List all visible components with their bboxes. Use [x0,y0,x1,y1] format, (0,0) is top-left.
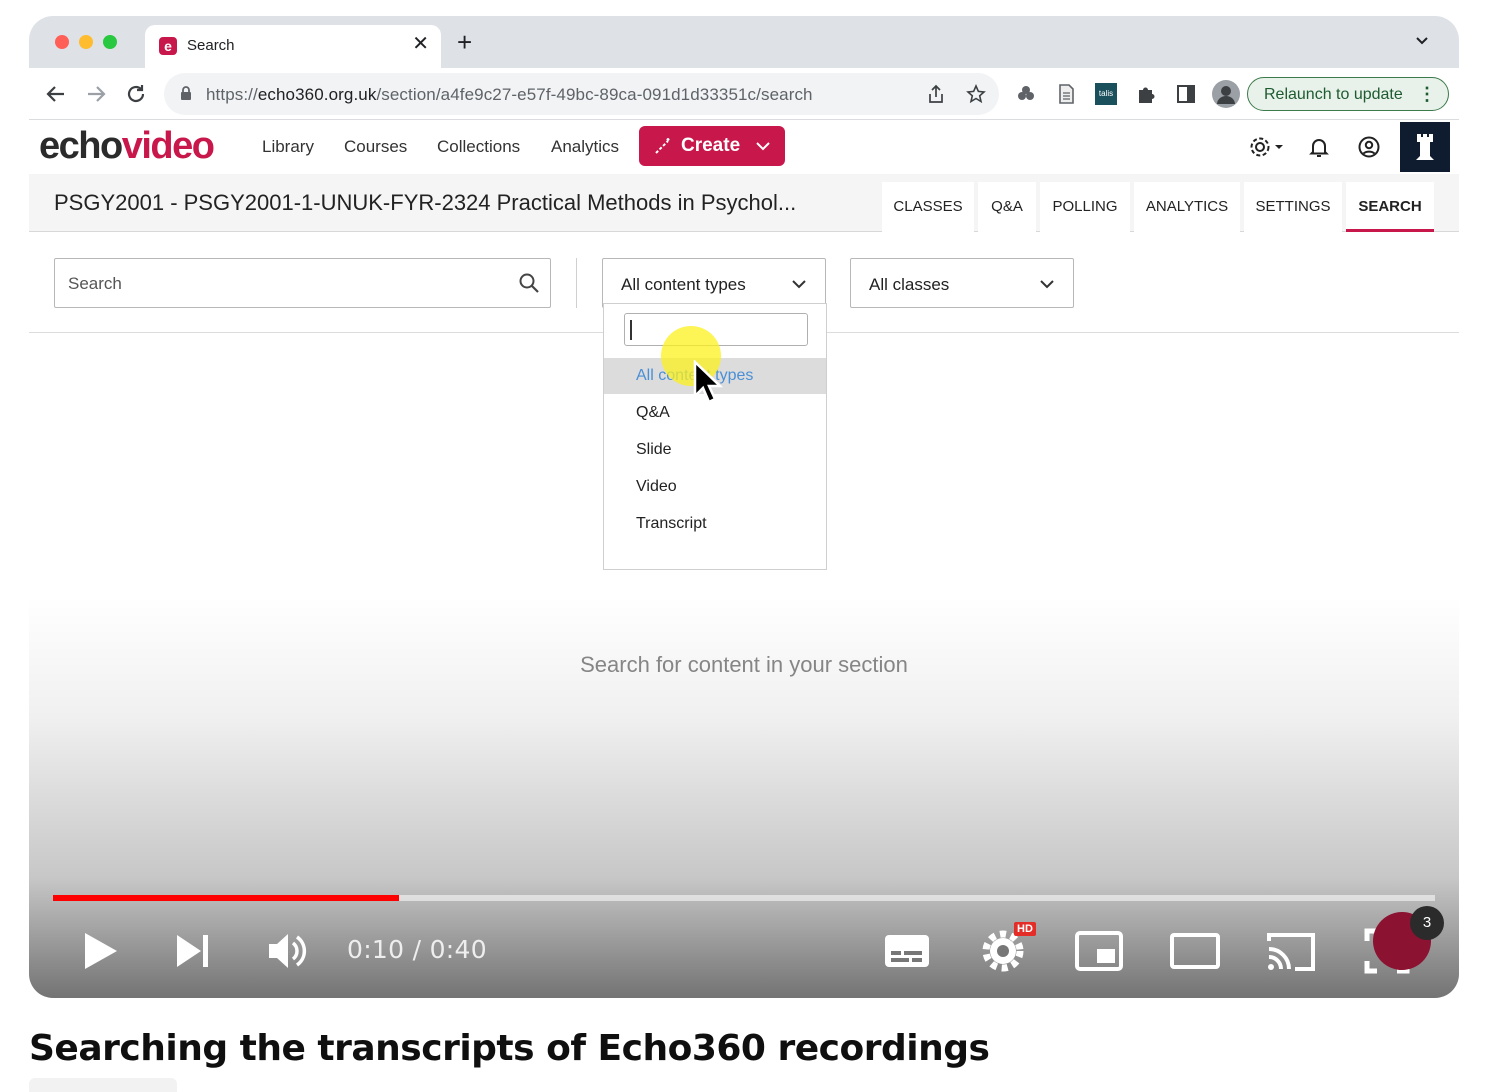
cast-icon[interactable] [1265,925,1317,977]
bell-icon[interactable] [1307,135,1331,159]
subtitles-icon[interactable] [881,925,933,977]
notification-count-badge: 3 [1410,906,1444,940]
time-display: 0:10 / 0:40 [347,935,487,964]
video-title: Searching the transcripts of Echo360 rec… [29,1028,990,1069]
magic-wand-icon [655,138,670,154]
course-title: PSGY2001 - PSGY2001-1-UNUK-FYR-2324 Prac… [54,190,797,215]
window-close-button[interactable] [55,35,69,49]
echo-favicon-icon: e [159,37,177,55]
class-select[interactable]: All classes [850,258,1074,308]
hd-badge: HD [1014,922,1036,936]
new-tab-button[interactable]: + [457,29,472,55]
tab-classes[interactable]: CLASSES [882,182,974,232]
option-transcript[interactable]: Transcript [604,506,826,542]
search-input[interactable]: Search [54,258,551,308]
tab-qa[interactable]: Q&A [978,182,1036,232]
tab-settings[interactable]: SETTINGS [1244,182,1342,232]
option-video[interactable]: Video [604,469,826,505]
content-type-select[interactable]: All content types [602,258,826,308]
play-icon[interactable] [73,925,125,977]
text-caret [630,320,632,340]
next-icon[interactable] [167,925,219,977]
filter-divider [576,258,577,308]
chevron-down-icon [756,142,770,151]
sidepanel-icon[interactable] [1175,83,1197,105]
course-header: PSGY2001 - PSGY2001-1-UNUK-FYR-2324 Prac… [29,174,1459,232]
nav-library[interactable]: Library [262,137,314,157]
document-extension-icon[interactable] [1055,83,1077,105]
profile-avatar-icon[interactable] [1212,80,1240,108]
window-minimize-button[interactable] [79,35,93,49]
echovideo-logo[interactable]: echovideo [39,125,215,168]
nav-analytics[interactable]: Analytics [551,137,619,157]
forward-icon[interactable] [84,82,108,106]
tab-title: Search [187,37,235,54]
mouse-pointer-icon [693,360,723,404]
talis-extension-icon[interactable]: talis [1095,83,1117,105]
option-slide[interactable]: Slide [604,432,826,468]
browser-tab[interactable]: e Search ✕ [145,25,441,68]
clover-extension-icon[interactable] [1015,83,1037,105]
lock-icon [181,86,191,100]
nav-collections[interactable]: Collections [437,137,520,157]
miniplayer-icon[interactable] [1073,925,1125,977]
url-text: https://echo360.org.uk/section/a4fe9c27-… [206,85,813,104]
share-icon[interactable] [926,84,946,104]
search-placeholder: Search [68,274,122,293]
tab-search[interactable]: SEARCH [1346,182,1434,232]
back-icon[interactable] [44,82,68,106]
channel-chip[interactable] [29,1078,177,1092]
institution-logo[interactable] [1400,122,1450,172]
window-maximize-button[interactable] [103,35,117,49]
settings-gear-icon[interactable] [1249,135,1287,159]
chevron-down-icon [792,280,806,289]
search-icon[interactable] [518,272,540,294]
tab-polling[interactable]: POLLING [1040,182,1130,232]
nav-courses[interactable]: Courses [344,137,407,157]
reload-icon[interactable] [124,82,148,106]
tab-analytics[interactable]: ANALYTICS [1134,182,1240,232]
tab-close-icon[interactable]: ✕ [412,34,429,54]
browser-tab-strip: e Search ✕ + [29,16,1459,68]
app-header: echovideo Library Courses Collections An… [29,120,1459,174]
theater-icon[interactable] [1169,925,1221,977]
address-bar[interactable]: https://echo360.org.uk/section/a4fe9c27-… [164,73,999,115]
progress-played [53,895,399,901]
browser-toolbar: https://echo360.org.uk/section/a4fe9c27-… [29,68,1459,120]
video-player[interactable]: e Search ✕ + https://echo360.org.uk/sect… [29,16,1459,998]
relaunch-button[interactable]: Relaunch to update ⋮ [1247,77,1449,111]
star-icon[interactable] [966,84,986,104]
puzzle-icon[interactable] [1135,83,1157,105]
progress-bar[interactable] [53,895,1435,901]
volume-icon[interactable] [261,925,313,977]
relaunch-label: Relaunch to update [1264,86,1403,103]
empty-state-message: Search for content in your section [580,652,908,677]
chevron-down-icon [1040,280,1054,289]
tab-search-chevron-icon[interactable] [1415,36,1429,46]
account-icon[interactable] [1357,135,1381,159]
create-button[interactable]: Create [639,126,785,166]
castle-icon [1416,134,1434,160]
more-vert-icon[interactable]: ⋮ [1418,84,1436,104]
